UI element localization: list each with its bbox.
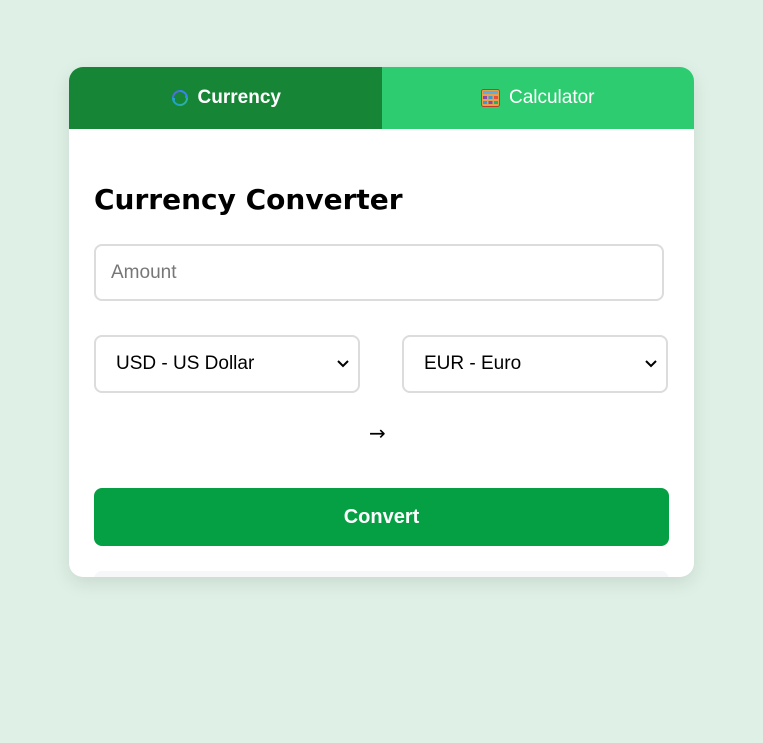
calculator-icon xyxy=(481,88,501,108)
result-box xyxy=(94,571,669,577)
tab-currency[interactable]: Currency xyxy=(69,67,382,129)
chevron-down-icon xyxy=(336,357,350,371)
converter-card: Currency Calculator Currency Converter A… xyxy=(69,67,694,577)
to-currency-value: EUR - Euro xyxy=(424,353,522,374)
from-currency-value: USD - US Dollar xyxy=(116,353,255,374)
tab-currency-label: Currency xyxy=(197,87,281,108)
convert-button[interactable]: Convert xyxy=(94,488,669,546)
page-title: Currency Converter xyxy=(94,183,403,216)
currency-exchange-icon xyxy=(170,88,190,108)
tab-bar: Currency Calculator xyxy=(69,67,694,129)
from-currency-select[interactable]: USD - US Dollar xyxy=(94,335,360,393)
tab-calculator[interactable]: Calculator xyxy=(381,67,694,129)
conversion-arrow: → xyxy=(369,421,386,445)
chevron-down-icon xyxy=(644,357,658,371)
amount-input[interactable] xyxy=(94,244,664,301)
to-currency-select[interactable]: EUR - Euro xyxy=(402,335,668,393)
tab-calculator-label: Calculator xyxy=(508,87,595,108)
